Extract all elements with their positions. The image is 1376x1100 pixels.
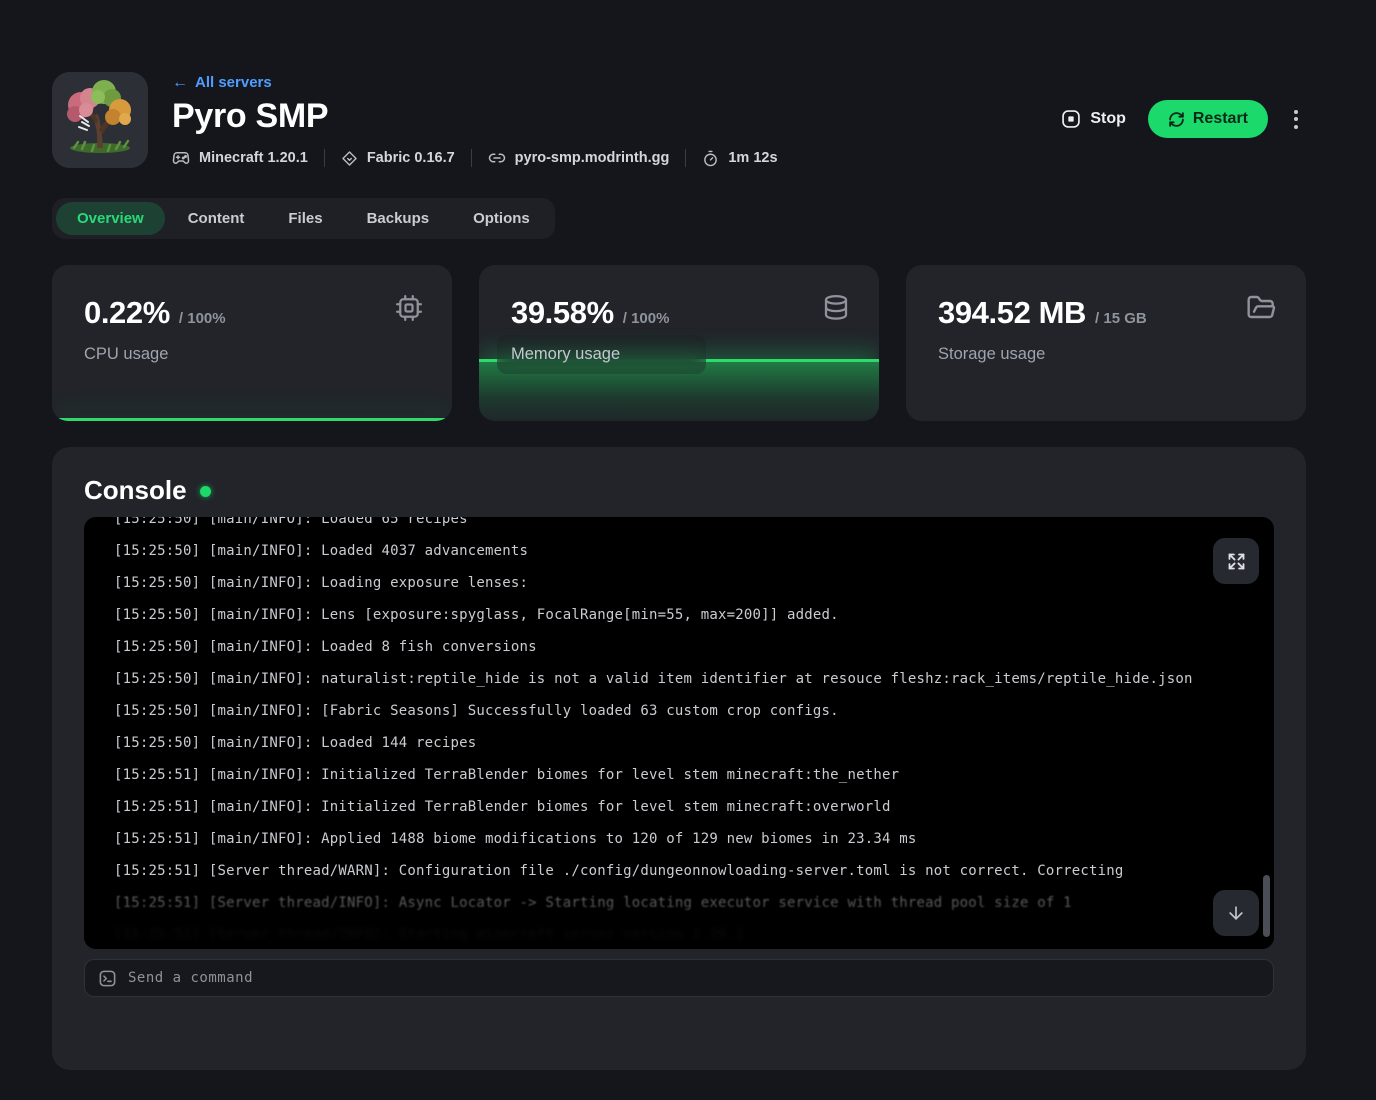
console-log-line: [15:25:50] [main/INFO]: Lens [exposure:s…: [114, 599, 1244, 631]
console-log-line: [15:25:51] [main/INFO]: Initialized Terr…: [114, 759, 1244, 791]
meta-uptime: 1m 12s: [702, 150, 777, 167]
console-log-line: [15:25:50] [main/INFO]: naturalist:repti…: [114, 663, 1244, 695]
cpu-usage-value: 0.22%: [84, 295, 170, 331]
tabbar: Overview Content Files Backups Options: [52, 198, 555, 239]
header-info: ← All servers Pyro SMP Minecraft 1.20.1: [172, 72, 778, 167]
console-expand-button[interactable]: [1213, 538, 1259, 584]
meta-divider: [685, 149, 686, 167]
storage-usage-value: 394.52 MB: [938, 295, 1086, 331]
meta-server-address[interactable]: pyro-smp.modrinth.gg: [488, 149, 670, 167]
console-log-line: [15:25:50] [main/INFO]: Loaded 4037 adva…: [114, 535, 1244, 567]
meta-uptime-label: 1m 12s: [728, 150, 777, 166]
console-panel: Console [15:25:50] [main/INFO]: Loaded 6…: [52, 447, 1306, 1070]
back-link-label: All servers: [195, 74, 272, 91]
console-log-line: [15:25:51] [Server thread/INFO]: Startin…: [114, 919, 1244, 949]
kebab-menu-icon[interactable]: [1286, 104, 1306, 135]
memory-usage-label: Memory usage: [497, 335, 706, 374]
tab-options[interactable]: Options: [452, 202, 551, 235]
console-scrollbar-thumb[interactable]: [1263, 875, 1270, 937]
meta-minecraft-version: Minecraft 1.20.1: [172, 149, 308, 167]
back-link-all-servers[interactable]: ← All servers: [172, 74, 272, 91]
scroll-to-bottom-button[interactable]: [1213, 890, 1259, 936]
console-log-line: [15:25:51] [Server thread/INFO]: Async L…: [114, 887, 1244, 919]
stats-grid: 0.22% / 100% CPU usage 39.58% / 100% Mem…: [52, 265, 1306, 421]
console-log-line: [15:25:50] [main/INFO]: Loaded 65 recipe…: [114, 517, 1244, 535]
server-meta-row: Minecraft 1.20.1 Fabric 0.16.7: [172, 149, 778, 167]
back-arrow-icon: ←: [172, 75, 188, 91]
cpu-chip-icon: [394, 293, 424, 323]
memory-usage-card: 39.58% / 100% Memory usage: [479, 265, 879, 421]
console-title: Console: [84, 475, 187, 505]
stop-button[interactable]: Stop: [1057, 103, 1130, 135]
server-icon: [52, 72, 148, 168]
header-actions: Stop Restart: [1057, 100, 1306, 138]
console-log-line: [15:25:50] [main/INFO]: Loaded 144 recip…: [114, 727, 1244, 759]
console-log-viewport[interactable]: [15:25:50] [main/INFO]: Loaded 65 recipe…: [84, 517, 1274, 949]
restart-button-label: Restart: [1193, 110, 1248, 128]
server-header: ← All servers Pyro SMP Minecraft 1.20.1: [52, 72, 1306, 168]
console-log-line: [15:25:51] [main/INFO]: Applied 1488 bio…: [114, 823, 1244, 855]
uptime-icon: [702, 150, 719, 167]
console-log-line: [15:25:50] [main/INFO]: Loading exposure…: [114, 567, 1244, 599]
meta-divider: [324, 149, 325, 167]
meta-divider: [471, 149, 472, 167]
console-log-line: [15:25:50] [main/INFO]: [Fabric Seasons]…: [114, 695, 1244, 727]
folder-open-icon: [1246, 293, 1278, 325]
cpu-usage-fill: [52, 418, 452, 421]
database-icon: [821, 293, 851, 323]
stop-button-label: Stop: [1090, 110, 1126, 128]
tab-files[interactable]: Files: [267, 202, 343, 235]
meta-address-label: pyro-smp.modrinth.gg: [515, 150, 670, 166]
console-log-line: [15:25:51] [Server thread/WARN]: Configu…: [114, 855, 1244, 887]
cpu-usage-max: / 100%: [179, 310, 226, 327]
stop-icon: [1061, 109, 1081, 129]
cpu-usage-label: CPU usage: [84, 345, 168, 364]
command-input[interactable]: [128, 970, 1260, 986]
memory-usage-value: 39.58%: [511, 295, 614, 331]
server-online-status-dot: [200, 486, 211, 497]
console-log-lines: [15:25:50] [main/INFO]: Loaded 65 recipe…: [84, 517, 1274, 949]
restart-button[interactable]: Restart: [1148, 100, 1268, 138]
tab-overview[interactable]: Overview: [56, 202, 165, 235]
page-title: Pyro SMP: [172, 97, 778, 136]
expand-icon: [1226, 551, 1247, 572]
arrow-down-icon: [1226, 903, 1246, 923]
tab-backups[interactable]: Backups: [346, 202, 451, 235]
cpu-usage-card: 0.22% / 100% CPU usage: [52, 265, 452, 421]
memory-usage-max: / 100%: [623, 310, 670, 327]
loader-icon: [341, 150, 358, 167]
gamepad-icon: [172, 149, 190, 167]
storage-usage-max: / 15 GB: [1095, 310, 1147, 327]
storage-usage-label: Storage usage: [938, 345, 1045, 364]
console-log-line: [15:25:51] [main/INFO]: Initialized Terr…: [114, 791, 1244, 823]
page: ← All servers Pyro SMP Minecraft 1.20.1: [0, 0, 1376, 1100]
command-bar: [84, 959, 1274, 997]
meta-minecraft-label: Minecraft 1.20.1: [199, 150, 308, 166]
tab-content[interactable]: Content: [167, 202, 266, 235]
console-log-line: [15:25:50] [main/INFO]: Loaded 8 fish co…: [114, 631, 1244, 663]
meta-loader-label: Fabric 0.16.7: [367, 150, 455, 166]
server-tree-icon: [52, 72, 148, 168]
meta-loader-version: Fabric 0.16.7: [341, 150, 455, 167]
storage-usage-card: 394.52 MB / 15 GB Storage usage: [906, 265, 1306, 421]
link-icon: [488, 149, 506, 167]
restart-icon: [1168, 111, 1185, 128]
terminal-icon: [98, 969, 117, 988]
